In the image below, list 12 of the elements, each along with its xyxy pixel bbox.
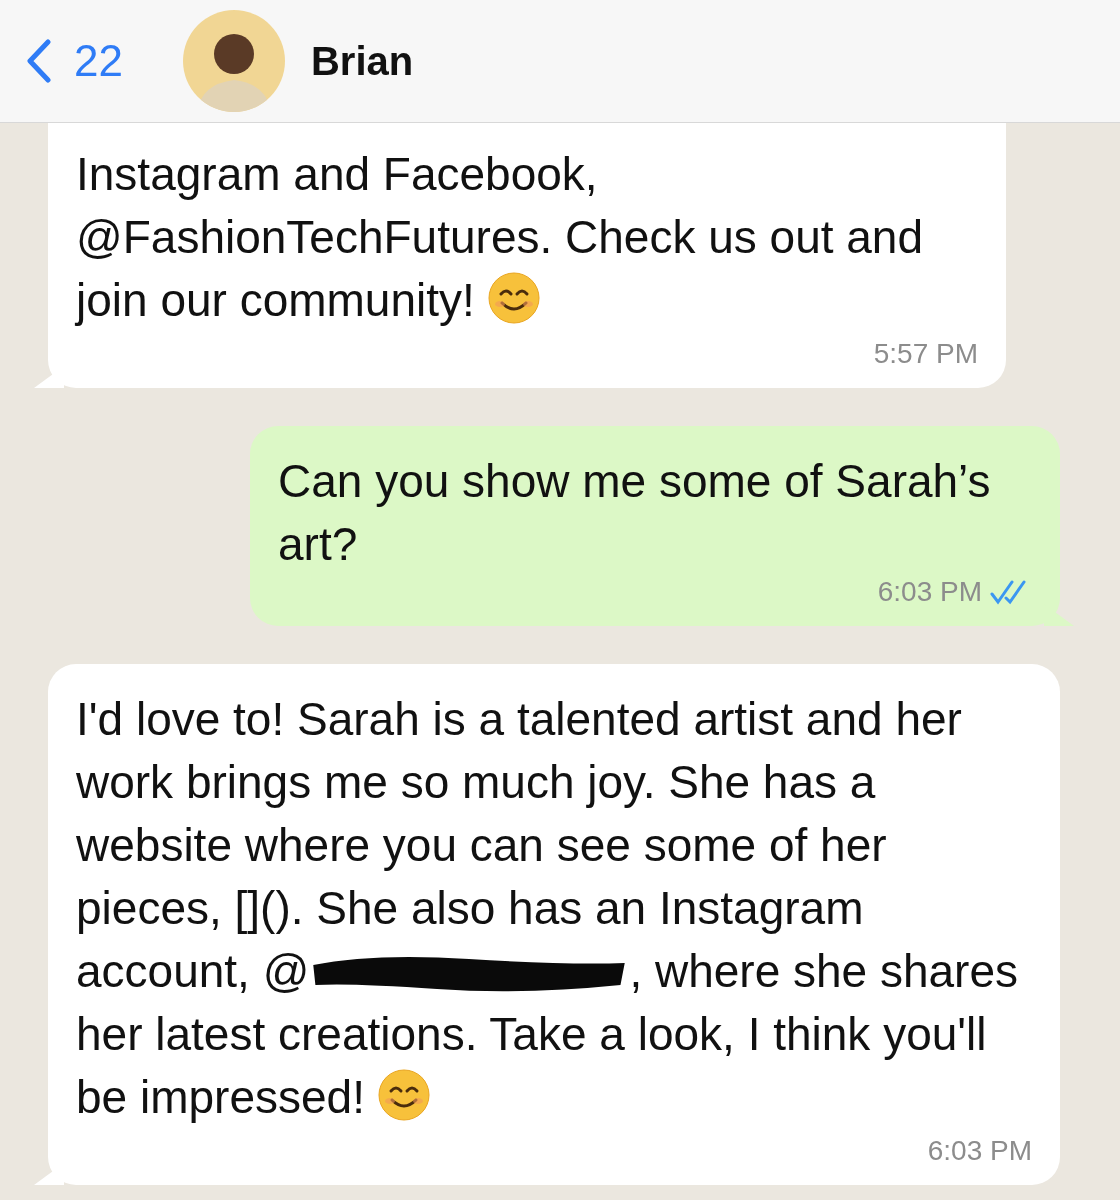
message-time: 6:03 PM xyxy=(877,576,982,608)
chevron-left-icon xyxy=(26,39,52,83)
back-button[interactable]: 22 xyxy=(26,36,123,86)
message-text: Can you show me some of Sarah’s art? xyxy=(278,454,992,572)
contact-name: Brian xyxy=(310,38,414,84)
unread-count: 22 xyxy=(74,36,123,86)
message-text: I'd love to! Sarah is a talented artist and her work brings me so much joy. She has a website where you can see some of her pieces, [](). She also has an Instagram account, @ , where she shares her latest creations. Take a look, I think you'll be impressed! xyxy=(76,692,1020,1125)
smiling-face-icon xyxy=(487,272,540,324)
message-time: 5:57 PM xyxy=(873,338,978,370)
message-time: 6:03 PM xyxy=(927,1135,1032,1167)
smiling-face-icon xyxy=(377,1069,430,1121)
message-text: Instagram and Facebook, @FashionTechFutures. Check us out and join our community! xyxy=(76,147,925,328)
